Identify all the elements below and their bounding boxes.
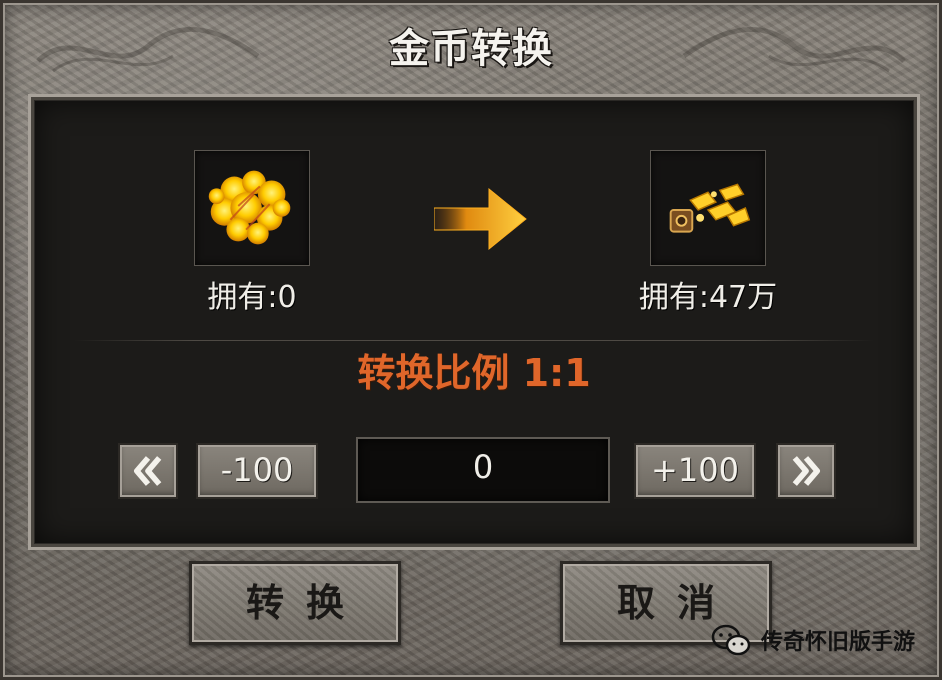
wechat-icon <box>711 624 751 656</box>
conversion-panel: 拥有:0 拥有:47万 转换比例 1:1 -100 0 +100 <box>31 97 917 547</box>
conversion-arrow-icon <box>434 187 527 251</box>
divider <box>74 340 874 341</box>
source-owned-label: 拥有:0 <box>207 280 297 315</box>
convert-button[interactable]: 转换 <box>189 561 401 645</box>
watermark-text: 传奇怀旧版手游 <box>760 630 915 655</box>
target-item-slot <box>650 150 766 266</box>
watermark: 传奇怀旧版手游 <box>711 620 915 660</box>
plus-100-button[interactable]: +100 <box>634 443 756 499</box>
conversion-ratio-label: 转换比例 1:1 <box>357 351 591 395</box>
dialog-title: 金币转换 <box>389 26 553 72</box>
gold-nuggets-icon <box>208 170 291 245</box>
dialog-frame: 金币转换 拥有:0 拥有:47万 转换比例 1:1 -100 0 +100 转换… <box>0 0 942 680</box>
double-chevron-right-icon <box>792 456 820 486</box>
double-chevron-left-icon <box>134 456 162 486</box>
decrease-to-min-button[interactable] <box>118 443 178 499</box>
minus-100-button[interactable]: -100 <box>196 443 318 499</box>
gold-ingot-chest-icon <box>669 183 751 233</box>
target-owned-label: 拥有:47万 <box>638 280 778 315</box>
convert-amount-input[interactable]: 0 <box>356 437 610 503</box>
increase-to-max-button[interactable] <box>776 443 836 499</box>
source-item-slot <box>194 150 310 266</box>
